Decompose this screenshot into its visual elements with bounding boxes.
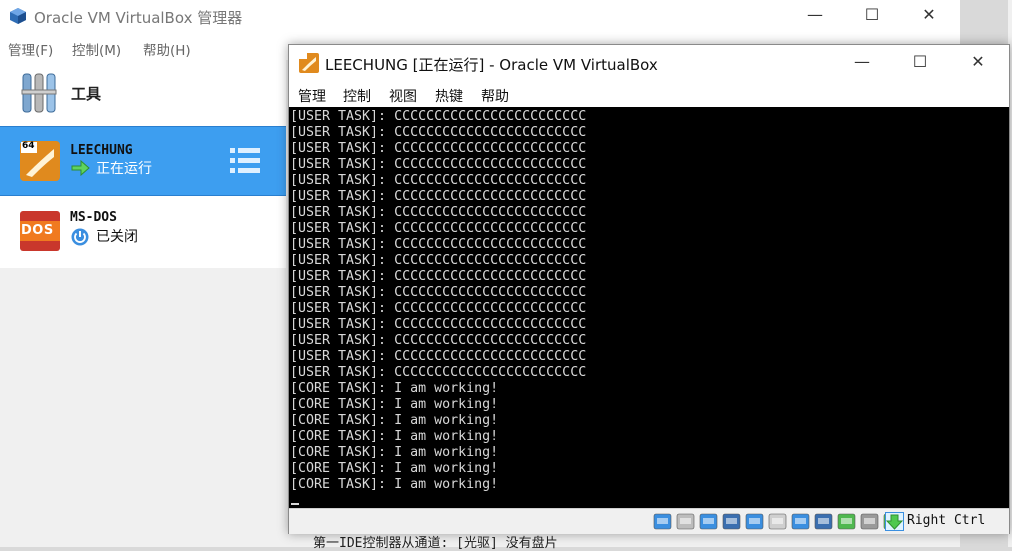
vm-list: 工具 64 LEECHUNG 正在运行 DOS MS-DOS 已关闭 bbox=[0, 60, 286, 268]
shared-folders-icon[interactable] bbox=[768, 512, 787, 531]
vm-state: 正在运行 bbox=[96, 161, 152, 177]
vm-statusbar: Right Ctrl bbox=[289, 508, 1009, 534]
vm-state: 已关闭 bbox=[96, 229, 138, 245]
vm-titlebar: LEECHUNG [正在运行] - Oracle VM VirtualBox —… bbox=[289, 45, 1009, 81]
console-line: [CORE TASK]: I am working! bbox=[290, 461, 499, 476]
console-line: [USER TASK]: CCCCCCCCCCCCCCCCCCCCCCCC bbox=[290, 189, 587, 204]
vm-close-button[interactable]: ✕ bbox=[949, 47, 1007, 79]
vm-minimize-button[interactable]: — bbox=[833, 47, 891, 79]
storage-detail-text: 第一IDE控制器从通道: [光驱] 没有盘片 bbox=[313, 536, 558, 551]
console-line: [CORE TASK]: I am working! bbox=[290, 381, 499, 396]
hard-disk-icon[interactable] bbox=[653, 512, 672, 531]
vm-maximize-button[interactable]: ☐ bbox=[891, 47, 949, 79]
host-key-label: Right Ctrl bbox=[907, 513, 986, 528]
vm-title: LEECHUNG [正在运行] - Oracle VM VirtualBox bbox=[325, 56, 658, 74]
minimize-button[interactable]: — bbox=[786, 0, 844, 32]
console-line: [USER TASK]: CCCCCCCCCCCCCCCCCCCCCCCC bbox=[290, 349, 587, 364]
vm-menu-control[interactable]: 控制 bbox=[343, 86, 371, 106]
close-button[interactable]: ✕ bbox=[900, 0, 958, 32]
tools-label: 工具 bbox=[71, 85, 102, 103]
console-line: [USER TASK]: CCCCCCCCCCCCCCCCCCCCCCCC bbox=[290, 221, 587, 236]
console-line: [USER TASK]: CCCCCCCCCCCCCCCCCCCCCCCC bbox=[290, 317, 587, 332]
video-capture-icon[interactable] bbox=[814, 512, 833, 531]
running-arrow-icon bbox=[71, 160, 90, 176]
power-off-icon bbox=[71, 228, 89, 246]
manager-titlebar: Oracle VM VirtualBox 管理器 — ☐ ✕ bbox=[0, 0, 960, 34]
vm-window: LEECHUNG [正在运行] - Oracle VM VirtualBox —… bbox=[288, 44, 1010, 534]
vm-menu-view[interactable]: 视图 bbox=[389, 86, 417, 106]
text-cursor bbox=[291, 503, 299, 505]
console-line: [CORE TASK]: I am working! bbox=[290, 445, 499, 460]
console-output: [USER TASK]: CCCCCCCCCCCCCCCCCCCCCCCC [US… bbox=[290, 109, 586, 493]
console-line: [USER TASK]: CCCCCCCCCCCCCCCCCCCCCCCC bbox=[290, 125, 587, 140]
console-line: [USER TASK]: CCCCCCCCCCCCCCCCCCCCCCCC bbox=[290, 253, 587, 268]
manager-title: Oracle VM VirtualBox 管理器 bbox=[34, 9, 243, 27]
vm-name: LEECHUNG bbox=[70, 143, 133, 158]
audio-icon[interactable] bbox=[699, 512, 718, 531]
console-line: [USER TASK]: CCCCCCCCCCCCCCCCCCCCCCCC bbox=[290, 157, 587, 172]
vm-menu-hotkey[interactable]: 热键 bbox=[435, 86, 463, 106]
console-line: [USER TASK]: CCCCCCCCCCCCCCCCCCCCCCCC bbox=[290, 285, 587, 300]
vm-badge: DOS bbox=[21, 223, 54, 238]
usb-icon[interactable] bbox=[745, 512, 764, 531]
menu-help[interactable]: 帮助(H) bbox=[143, 39, 191, 59]
console-line: [CORE TASK]: I am working! bbox=[290, 397, 499, 412]
vm-item-ms-dos[interactable]: DOS MS-DOS 已关闭 bbox=[0, 197, 286, 267]
guest-screen[interactable]: [USER TASK]: CCCCCCCCCCCCCCCCCCCCCCCC [US… bbox=[289, 107, 1009, 508]
tools-item[interactable]: 工具 bbox=[0, 60, 286, 126]
console-line: [USER TASK]: CCCCCCCCCCCCCCCCCCCCCCCC bbox=[290, 237, 587, 252]
console-line: [USER TASK]: CCCCCCCCCCCCCCCCCCCCCCCC bbox=[290, 141, 587, 156]
console-line: [CORE TASK]: I am working! bbox=[290, 413, 499, 428]
console-line: [USER TASK]: CCCCCCCCCCCCCCCCCCCCCCCC bbox=[290, 333, 587, 348]
console-line: [USER TASK]: CCCCCCCCCCCCCCCCCCCCCCCC bbox=[290, 205, 587, 220]
console-line: [USER TASK]: CCCCCCCCCCCCCCCCCCCCCCCC bbox=[290, 173, 587, 188]
vm-item-leechung[interactable]: 64 LEECHUNG 正在运行 bbox=[0, 126, 286, 196]
vm-app-icon bbox=[299, 53, 319, 73]
virtualbox-logo-icon bbox=[10, 8, 26, 24]
console-line: [USER TASK]: CCCCCCCCCCCCCCCCCCCCCCCC bbox=[290, 269, 587, 284]
network-icon[interactable] bbox=[722, 512, 741, 531]
details-menu-icon[interactable] bbox=[230, 147, 260, 175]
console-line: [USER TASK]: CCCCCCCCCCCCCCCCCCCCCCCC bbox=[290, 301, 587, 316]
display-icon[interactable] bbox=[791, 512, 810, 531]
menu-control[interactable]: 控制(M) bbox=[72, 39, 121, 59]
console-line: [USER TASK]: CCCCCCCCCCCCCCCCCCCCCCCC bbox=[290, 109, 587, 124]
tools-icon bbox=[21, 73, 57, 113]
optical-disk-icon[interactable] bbox=[676, 512, 695, 531]
vm-name: MS-DOS bbox=[70, 210, 117, 225]
vm-menubar: 管理 控制 视图 热键 帮助 bbox=[289, 81, 1009, 107]
console-line: [CORE TASK]: I am working! bbox=[290, 429, 499, 444]
vm-menu-help[interactable]: 帮助 bbox=[481, 86, 509, 106]
mouse-integration-icon[interactable] bbox=[860, 512, 879, 531]
cpu-activity-icon[interactable] bbox=[837, 512, 856, 531]
console-line: [USER TASK]: CCCCCCCCCCCCCCCCCCCCCCCC bbox=[290, 365, 587, 380]
menu-manage[interactable]: 管理(F) bbox=[8, 39, 53, 59]
console-line: [CORE TASK]: I am working! bbox=[290, 477, 499, 492]
maximize-button[interactable]: ☐ bbox=[843, 0, 901, 32]
host-key-arrow-icon bbox=[885, 512, 904, 531]
vm-menu-manage[interactable]: 管理 bbox=[298, 86, 326, 106]
vm-badge: 64 bbox=[22, 141, 35, 151]
